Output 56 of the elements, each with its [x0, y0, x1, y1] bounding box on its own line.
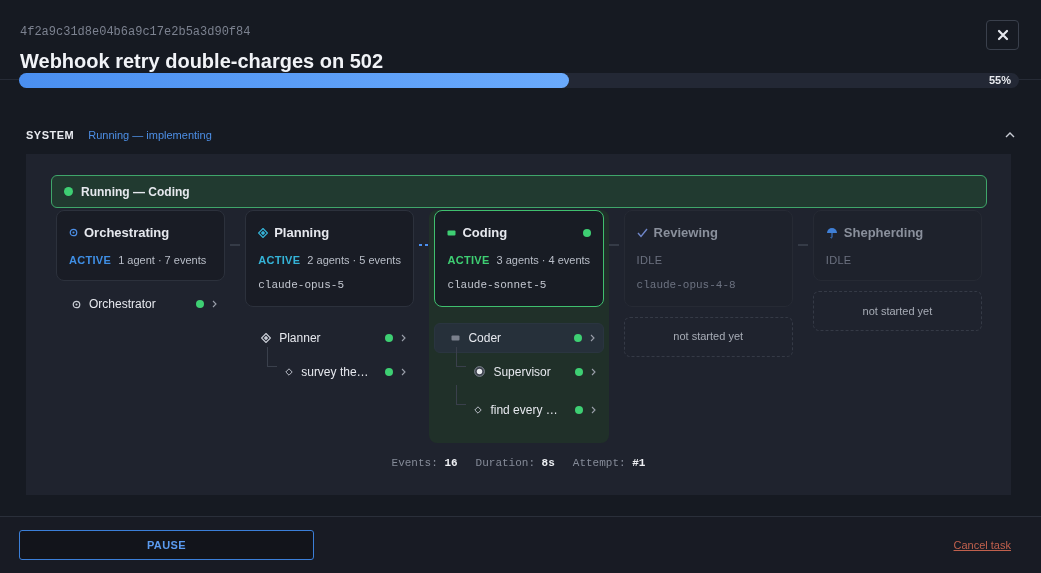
stage-title: Shepherding: [843, 224, 924, 242]
agent-row[interactable]: find every …: [466, 390, 604, 429]
stat-label: Duration:: [475, 456, 535, 469]
stat-value: 16: [444, 456, 458, 469]
collapse-icon[interactable]: [1005, 132, 1015, 138]
stat-label: Attempt:: [572, 456, 626, 469]
cancel-link[interactable]: Cancel task: [953, 536, 1011, 554]
pause-button[interactable]: PAUSE: [19, 530, 314, 560]
empty-state-text: not started yet: [862, 303, 933, 319]
chevron-icon: [590, 367, 596, 376]
chevron-icon: [589, 333, 595, 342]
stage-status: IDLE: [636, 252, 663, 268]
stage-summary: 1 agent · 7 events: [118, 252, 207, 268]
diamond-icon: [258, 227, 269, 238]
chevron-icon: [401, 367, 407, 376]
model-name: claude-sonnet-5: [447, 278, 548, 293]
stage-title: Orchestrating: [84, 224, 170, 242]
stage-status: ACTIVE: [69, 252, 112, 268]
section-status: Running — implementing: [88, 127, 212, 143]
agent-row[interactable]: Supervisor: [466, 352, 604, 391]
task-title: Webhook retry double-charges on 502: [20, 49, 385, 74]
agent-row[interactable]: Planner: [245, 322, 415, 353]
chevron-icon: [401, 333, 407, 342]
agent-row[interactable]: Orchestrator: [56, 289, 226, 319]
banner-text: Running — Coding: [81, 183, 190, 201]
diamond-icon: [474, 405, 483, 414]
empty-state-text: not started yet: [673, 329, 744, 345]
stage-status: ACTIVE: [447, 252, 490, 268]
model-name: claude-opus-4-8: [636, 278, 737, 293]
section-title: SYSTEM: [26, 127, 75, 143]
agent-row[interactable]: Coder: [434, 322, 604, 353]
gear-icon: [69, 228, 78, 238]
stage-status: IDLE: [825, 252, 852, 268]
stage-summary: 2 agents · 5 events: [307, 252, 401, 268]
gear-icon: [72, 299, 81, 309]
stat-label: Events:: [391, 456, 438, 469]
agent-row[interactable]: survey the…: [277, 352, 415, 391]
chevron-icon: [212, 300, 218, 308]
check-icon: [636, 227, 648, 238]
close-icon: [996, 29, 1009, 41]
chevron-icon: [590, 405, 596, 414]
stat-value: 8s: [541, 456, 555, 469]
progress-reading: 55%: [988, 72, 1011, 88]
stage-title: Planning: [274, 224, 330, 242]
stage-title: Reviewing: [653, 224, 718, 242]
stage-status: ACTIVE: [258, 252, 301, 268]
task-id: 4f2a9c31d8e04b6a9c17e2b5a3d90f84: [20, 24, 251, 41]
radio-icon: [474, 366, 486, 377]
stage-title: Coding: [462, 224, 508, 242]
stat-value: #1: [632, 456, 646, 469]
diamond-icon: [261, 332, 272, 343]
close-button[interactable]: [986, 20, 1019, 50]
stage-summary: 3 agents · 4 events: [496, 252, 591, 268]
diamond-icon: [285, 367, 294, 376]
model-name: claude-opus-5: [258, 278, 346, 293]
umbrella-icon: [825, 226, 838, 239]
